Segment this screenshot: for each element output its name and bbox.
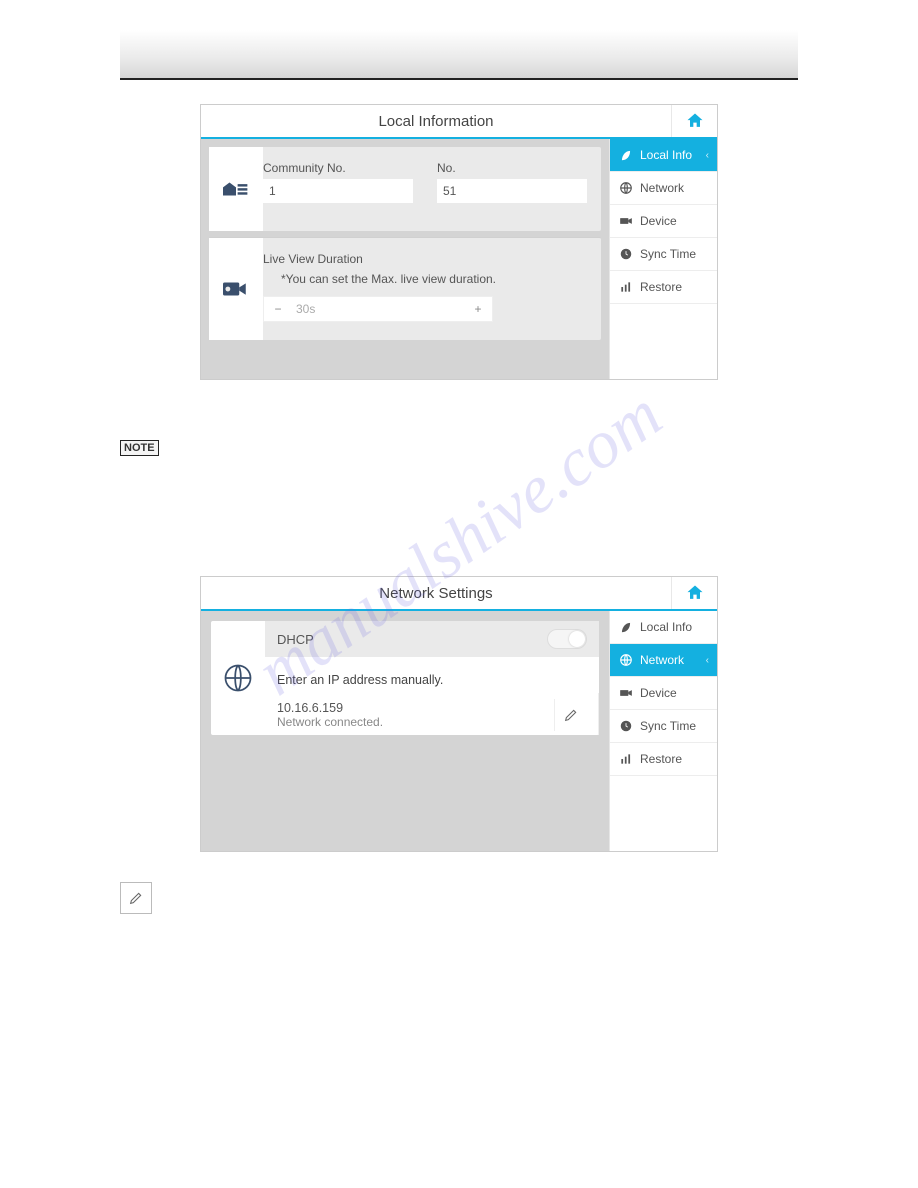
panel-title: Local Information <box>201 113 671 130</box>
note-badge: NOTE <box>120 440 159 456</box>
globe-icon <box>618 652 634 668</box>
live-view-duration-label: Live View Duration <box>263 252 587 266</box>
panel-header: Network Settings <box>201 577 717 611</box>
community-no-label: Community No. <box>263 161 413 175</box>
bars-icon <box>618 279 634 295</box>
globe-icon <box>211 621 265 735</box>
sidebar-item-label: Device <box>640 214 677 228</box>
sidebar: Local Info ‹ Network Device Sync Time Restore <box>609 139 717 379</box>
stepper-value: 30s <box>292 302 464 316</box>
dhcp-toggle[interactable] <box>547 629 587 649</box>
chevron-left-icon: ‹ <box>706 655 709 666</box>
sidebar-item-network[interactable]: Network ‹ <box>610 644 717 677</box>
no-input[interactable] <box>437 179 587 203</box>
dhcp-label: DHCP <box>277 632 314 647</box>
sidebar-item-device[interactable]: Device <box>610 205 717 238</box>
duration-stepper: − 30s + <box>263 296 493 322</box>
stepper-plus-button[interactable]: + <box>464 302 492 316</box>
chevron-left-icon: ‹ <box>706 150 709 161</box>
sidebar-item-sync-time[interactable]: Sync Time <box>610 710 717 743</box>
page-header-bar <box>120 30 798 80</box>
sidebar-item-label: Sync Time <box>640 247 696 261</box>
camera-eye-icon <box>209 238 263 340</box>
camera-icon <box>618 685 634 701</box>
sidebar-item-label: Device <box>640 686 677 700</box>
panel-header: Local Information <box>201 105 717 139</box>
note-label: NOTE <box>120 440 159 456</box>
sidebar-item-label: Network <box>640 653 684 667</box>
community-no-input[interactable] <box>263 179 413 203</box>
home-icon[interactable] <box>671 105 717 137</box>
sidebar-item-device[interactable]: Device <box>610 677 717 710</box>
live-view-card: Live View Duration *You can set the Max.… <box>209 237 601 340</box>
edit-ip-button[interactable] <box>554 699 586 731</box>
network-settings-panel: Network Settings DHCP <box>200 576 718 852</box>
globe-icon <box>618 180 634 196</box>
camera-icon <box>618 213 634 229</box>
clock-icon <box>618 718 634 734</box>
network-status: Network connected. <box>277 715 554 729</box>
bars-icon <box>618 751 634 767</box>
sidebar-item-label: Restore <box>640 280 682 294</box>
sidebar-item-sync-time[interactable]: Sync Time <box>610 238 717 271</box>
sidebar-item-restore[interactable]: Restore <box>610 271 717 304</box>
live-view-note: *You can set the Max. live view duration… <box>263 266 587 296</box>
dhcp-row: DHCP <box>265 621 599 657</box>
local-information-panel: Local Information Community No. <box>200 104 718 380</box>
sidebar-item-local-info[interactable]: Local Info <box>610 611 717 644</box>
sidebar-item-local-info[interactable]: Local Info ‹ <box>610 139 717 172</box>
house-list-icon <box>209 147 263 231</box>
network-card: DHCP Enter an IP address manually. 10.16… <box>211 621 599 735</box>
sidebar-item-network[interactable]: Network <box>610 172 717 205</box>
leaf-icon <box>618 147 634 163</box>
sidebar-item-label: Network <box>640 181 684 195</box>
no-label: No. <box>437 161 587 175</box>
sidebar-item-restore[interactable]: Restore <box>610 743 717 776</box>
clock-icon <box>618 246 634 262</box>
leaf-icon <box>618 619 634 635</box>
sidebar-item-label: Local Info <box>640 148 692 162</box>
panel-title: Network Settings <box>201 585 671 602</box>
stepper-minus-button[interactable]: − <box>264 302 292 316</box>
home-icon[interactable] <box>671 577 717 609</box>
sidebar-item-label: Restore <box>640 752 682 766</box>
manual-ip-text: Enter an IP address manually. <box>265 657 599 693</box>
sidebar-item-label: Sync Time <box>640 719 696 733</box>
pencil-icon <box>120 882 152 914</box>
sidebar-item-label: Local Info <box>640 620 692 634</box>
sidebar: Local Info Network ‹ Device Sync Time Restore <box>609 611 717 851</box>
ip-address: 10.16.6.159 <box>277 701 554 715</box>
community-card: Community No. No. <box>209 147 601 231</box>
